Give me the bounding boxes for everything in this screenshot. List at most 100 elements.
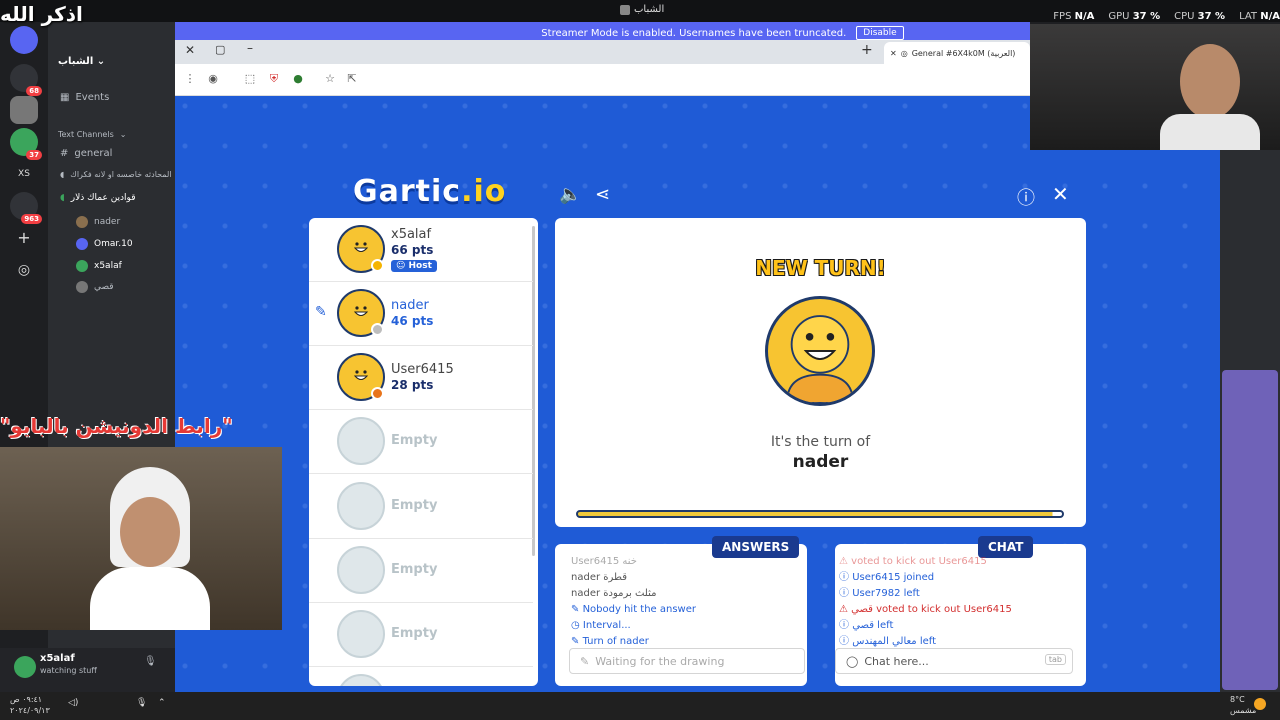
- mic-icon[interactable]: 🎙: [144, 656, 157, 667]
- clock[interactable]: ٠٩:٤١ ص ٢٠٢٤/٠٩/١٣: [10, 694, 50, 716]
- drawing-canvas[interactable]: NEW TURN! It's the turn of nader: [555, 218, 1086, 527]
- browser-toolbar: ⋮ ◉ ⬚ ⛨ ● ☆ ⇱: [175, 64, 1030, 96]
- close-icon[interactable]: ✕: [185, 43, 195, 57]
- category-header[interactable]: Text Channels ⌄: [58, 130, 126, 139]
- side-panel: [1222, 370, 1278, 690]
- answer-message: User6415 خنه: [571, 556, 637, 567]
- channel-voice-active[interactable]: ◖ قوادين عماك ذلار: [60, 193, 136, 203]
- avatar: [76, 216, 88, 228]
- add-server-icon[interactable]: +: [10, 224, 38, 252]
- user-panel: x5alaf watching stuff 🎙: [0, 648, 175, 692]
- mic-icon[interactable]: 🎙: [136, 698, 147, 708]
- empty-slot: Empty: [309, 475, 533, 539]
- share-icon[interactable]: ⇱: [345, 72, 359, 86]
- answer-input[interactable]: ✎ Waiting for the drawing: [569, 648, 805, 674]
- chat-message: ⓘ User7982 left: [839, 588, 920, 599]
- weather[interactable]: 8°C مشمس: [1230, 694, 1256, 716]
- share-icon[interactable]: ⋖: [595, 184, 610, 205]
- chevron-up-icon[interactable]: ⌃: [158, 698, 166, 708]
- menu-icon[interactable]: ⋮: [183, 72, 197, 86]
- unread-badge: 963: [21, 214, 42, 224]
- empty-avatar-icon: [337, 482, 385, 530]
- server-icon[interactable]: [10, 96, 38, 124]
- server-xs[interactable]: XS: [10, 160, 38, 188]
- server-name[interactable]: الشباب ⌄: [58, 56, 105, 67]
- voice-user[interactable]: nader: [76, 216, 120, 228]
- voice-user[interactable]: قصي: [76, 281, 114, 293]
- extension-icon[interactable]: ●: [291, 72, 305, 86]
- chat-list: ⚠ voted to kick out User6415 ⓘ User6415 …: [839, 554, 1012, 650]
- screen: الشباب FPS N/A GPU 37 % CPU 37 % LAT N/A…: [0, 0, 1280, 720]
- chat-panel: CHAT ⚠ voted to kick out User6415 ⓘ User…: [835, 536, 1086, 686]
- player-points: 28 pts: [391, 378, 434, 392]
- unread-badge: 37: [26, 150, 42, 160]
- avatar[interactable]: [14, 656, 36, 678]
- player-row[interactable]: ✎ nader 46 pts: [309, 282, 533, 346]
- gartic-logo[interactable]: Gartic.io: [353, 174, 506, 209]
- webcam-bottom-left: [0, 447, 282, 630]
- player-name: nader: [391, 298, 429, 313]
- chat-input[interactable]: ◯ Chat here... tab: [835, 648, 1073, 674]
- chat-message: ⚠ voted to kick out User6415: [839, 556, 987, 567]
- voice-user[interactable]: x5alaf: [76, 260, 122, 272]
- sound-icon[interactable]: 🔈: [559, 184, 581, 205]
- chat-message: ⓘ قصي left: [839, 620, 894, 631]
- player-name: x5alaf: [391, 227, 432, 242]
- maximize-icon[interactable]: ▢: [215, 43, 225, 56]
- voice-user[interactable]: Omar.10: [76, 238, 133, 250]
- browser-tab[interactable]: ✕ ◎ General #6X4k0M (العربية): [884, 42, 1030, 64]
- status-dot: [371, 259, 384, 272]
- extensions-icon[interactable]: ⬚: [243, 72, 257, 86]
- answers-list: User6415 خنه nader قطرة nader مثلث برمود…: [571, 554, 696, 650]
- person-shirt: [1160, 114, 1260, 150]
- close-tab-icon[interactable]: ✕: [890, 49, 897, 58]
- donation-banner: "رابط الدونيشن بالبايو": [0, 414, 233, 438]
- new-tab-icon[interactable]: +: [861, 42, 873, 58]
- explore-icon[interactable]: ◎: [10, 256, 38, 284]
- channel-general[interactable]: # general: [60, 148, 112, 159]
- window-title-area: الشباب: [620, 4, 664, 15]
- empty-label: Empty: [391, 433, 438, 448]
- calendar-icon: ▦: [60, 92, 70, 103]
- events-item[interactable]: ▦ Events: [60, 92, 109, 103]
- streamer-text: Streamer Mode is enabled. Usernames have…: [541, 27, 847, 39]
- empty-avatar-icon: [337, 674, 385, 686]
- server-icon[interactable]: 963: [10, 192, 42, 224]
- stat-lat: LAT N/A: [1239, 11, 1280, 22]
- answer-message: nader قطرة: [571, 572, 628, 583]
- current-player-avatar: [765, 296, 875, 406]
- volume-icon[interactable]: ◁): [68, 698, 78, 708]
- tab-key-hint: tab: [1044, 654, 1066, 665]
- answers-tab[interactable]: ANSWERS: [712, 536, 800, 558]
- gartic-game: Gartic.io 🔈 ⋖ ⓘ ✕ x5alaf 66 pts ☺ Host ✎: [175, 96, 1220, 720]
- chat-message: ⚠ قصي voted to kick out User6415: [839, 604, 1012, 615]
- shield-icon[interactable]: ⛨: [267, 72, 281, 86]
- player-name: User6415: [391, 362, 454, 377]
- sun-icon: [1254, 698, 1266, 710]
- player-row[interactable]: User6415 28 pts: [309, 346, 533, 410]
- star-icon[interactable]: ☆: [323, 72, 337, 86]
- empty-label: Empty: [391, 562, 438, 577]
- server-icon[interactable]: 37: [10, 128, 42, 160]
- avatar: [76, 238, 88, 250]
- empty-avatar-icon: [337, 546, 385, 594]
- browser-tab-bar: ✕ ▢ – + ✕ ◎ General #6X4k0M (العربية): [175, 40, 1030, 64]
- new-turn-title: NEW TURN!: [755, 256, 886, 280]
- minimize-icon[interactable]: –: [247, 41, 253, 55]
- close-icon[interactable]: ✕: [1052, 182, 1069, 206]
- player-points: 46 pts: [391, 314, 434, 328]
- discord-home-icon[interactable]: [10, 26, 38, 54]
- overlay-text: اذكر الله: [0, 2, 83, 26]
- empty-slot: Empty: [309, 539, 533, 603]
- player-row[interactable]: x5alaf 66 pts ☺ Host: [309, 218, 533, 282]
- host-badge: ☺ Host: [391, 260, 437, 272]
- profile-icon[interactable]: ◉: [206, 72, 220, 86]
- disable-button[interactable]: Disable: [856, 26, 904, 40]
- info-icon[interactable]: ⓘ: [1017, 184, 1035, 210]
- face-icon: [353, 242, 369, 252]
- chat-bubble-icon: ◯: [846, 654, 859, 668]
- server-icon[interactable]: 68: [10, 64, 42, 96]
- empty-label: Empty: [391, 626, 438, 641]
- status-dot: [371, 323, 384, 336]
- channel-voice[interactable]: ◖ المحادثه خاصسه او لانه فكراك: [60, 170, 172, 179]
